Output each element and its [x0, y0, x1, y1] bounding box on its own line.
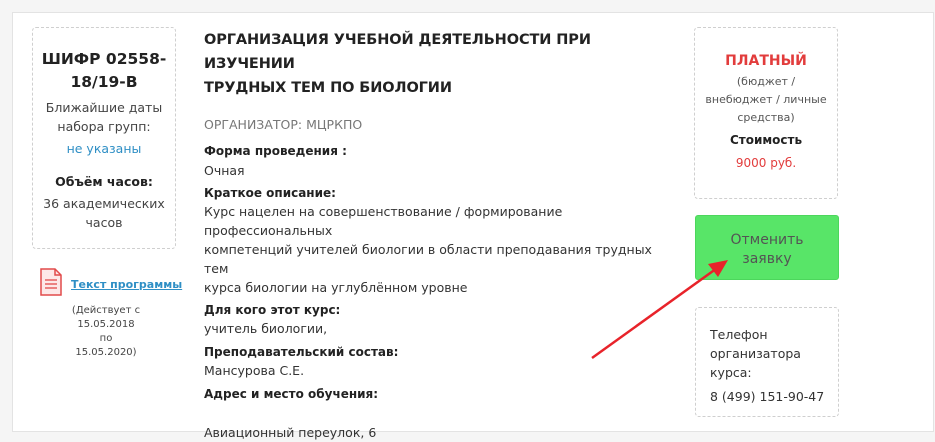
price-note-line3: средства) [737, 111, 795, 124]
course-code-line1: ШИФР 02558- [41, 50, 167, 68]
address-label: Адрес и место обучения: [204, 387, 379, 401]
dates-value: не указаны [66, 141, 142, 156]
program-validity: (Действует с 15.05.2018 по 15.05.2020) [71, 304, 141, 360]
document-icon [40, 268, 62, 296]
price-type-note: (бюджет / внебюджет / личные средства) [695, 73, 837, 127]
course-code-line2: 18/19-В [70, 73, 138, 91]
description-line1: Курс нацелен на совершенствование / форм… [204, 204, 563, 238]
cost-value: 9000 руб. [735, 156, 797, 170]
program-validity-line1: (Действует с [71, 305, 141, 316]
contact-phone[interactable]: 8 (499) 151-90-47 [710, 387, 838, 406]
form-label: Форма проведения : [204, 144, 347, 158]
hours-value-line2: часов [85, 215, 123, 230]
cost-label: Стоимость [729, 133, 803, 147]
price-note-line2: внебюджет / личные [705, 93, 827, 106]
annotation-arrow-icon [591, 260, 728, 360]
dates-label-line1: Ближайшие даты [45, 100, 163, 115]
course-title: ОРГАНИЗАЦИЯ УЧЕБНОЙ ДЕЯТЕЛЬНОСТИ ПРИ ИЗУ… [204, 28, 674, 100]
course-code: ШИФР 02558- 18/19-В [33, 48, 175, 94]
organizer: ОРГАНИЗАТОР: МЦРКПО [204, 117, 363, 132]
pricing-box: ПЛАТНЫЙ (бюджет / внебюджет / личные сре… [694, 27, 838, 199]
course-info-box: ШИФР 02558- 18/19-В Ближайшие даты набор… [32, 27, 176, 249]
program-validity-line3: 15.05.2020) [75, 347, 137, 358]
course-details: ОРГАНИЗАЦИЯ УЧЕБНОЙ ДЕЯТЕЛЬНОСТИ ПРИ ИЗУ… [204, 28, 674, 442]
dates-label-line2: набора групп: [57, 119, 151, 134]
dates-label: Ближайшие даты набора групп: [33, 98, 175, 136]
course-title-line1: ОРГАНИЗАЦИЯ УЧЕБНОЙ ДЕЯТЕЛЬНОСТИ ПРИ ИЗУ… [204, 32, 591, 72]
program-validity-line2: 15.05.2018 по [77, 319, 135, 344]
hours-label: Объём часов: [55, 174, 153, 189]
program-text-link[interactable]: Текст программы [71, 278, 182, 291]
hours-value-line1: 36 академических [43, 196, 165, 211]
description-label: Краткое описание: [204, 186, 336, 200]
hours-value: 36 академических часов [33, 194, 175, 232]
price-note-line1: (бюджет / [736, 75, 796, 88]
course-title-line2: ТРУДНЫХ ТЕМ ПО БИОЛОГИИ [204, 80, 452, 96]
price-type: ПЛАТНЫЙ [725, 53, 807, 69]
address-value: Авиационный переулок, 6 [204, 425, 377, 440]
cancel-button-line1: Отменить [730, 232, 804, 248]
form-value: Очная [204, 163, 245, 178]
